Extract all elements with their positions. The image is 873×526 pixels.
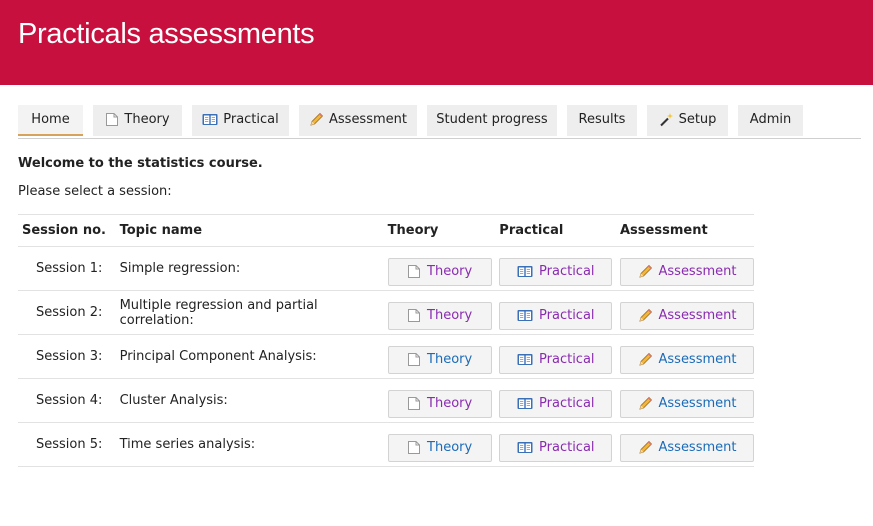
column-header: Topic name (119, 214, 388, 247)
pencil-icon (638, 308, 653, 323)
wand-icon (659, 112, 674, 127)
topic-name: Simple regression: (119, 246, 388, 291)
table-row: Session 4: Cluster Analysis: Theory Prac… (18, 378, 754, 423)
assessment-link[interactable]: Assessment (659, 308, 737, 323)
page-icon (407, 440, 421, 455)
tab-home[interactable]: Home (18, 105, 83, 136)
session-number: Session 1: (18, 246, 120, 291)
tab-label: Assessment (329, 112, 407, 127)
assessment-button[interactable]: Assessment (620, 345, 754, 374)
tab-results[interactable]: Results (567, 105, 637, 136)
app-header: Practicals assessments (0, 0, 873, 85)
tab-theory[interactable]: Theory (93, 105, 182, 136)
page-title: Practicals assessments (18, 18, 315, 50)
page-icon (407, 352, 421, 367)
page-icon (105, 112, 119, 127)
session-prompt: Please select a session: (18, 184, 172, 199)
theory-button[interactable]: Theory (387, 257, 492, 286)
theory-button[interactable]: Theory (387, 433, 492, 462)
pencil-icon (309, 112, 324, 127)
book-icon (517, 309, 533, 322)
tab-label: Admin (749, 112, 792, 127)
practical-button[interactable]: Practical (499, 389, 613, 418)
practical-button[interactable]: Practical (499, 433, 613, 462)
book-icon (517, 397, 533, 410)
tab-label: Results (578, 112, 626, 127)
practical-button[interactable]: Practical (499, 257, 613, 286)
session-number: Session 4: (18, 378, 120, 423)
pencil-icon (638, 264, 653, 279)
assessment-link[interactable]: Assessment (659, 396, 737, 411)
practical-link[interactable]: Practical (539, 308, 595, 323)
assessment-button[interactable]: Assessment (620, 257, 754, 286)
tab-label: Home (31, 112, 70, 127)
theory-link[interactable]: Theory (427, 396, 472, 411)
table-row: Session 1: Simple regression: Theory Pra… (18, 246, 754, 291)
theory-button[interactable]: Theory (387, 301, 492, 330)
pencil-icon (638, 396, 653, 411)
book-icon (517, 353, 533, 366)
session-number: Session 3: (18, 334, 120, 379)
sessions-table: Session no. Topic name Theory Practical … (18, 214, 754, 467)
theory-link[interactable]: Theory (427, 440, 472, 455)
tab-label: Setup (678, 112, 717, 127)
nav-tabs: Home Theory Practical Assessment Student… (18, 105, 861, 139)
table-header-row: Session no. Topic name Theory Practical … (18, 214, 754, 247)
page-icon (407, 264, 421, 279)
practical-button[interactable]: Practical (499, 301, 613, 330)
pencil-icon (638, 352, 653, 367)
tab-label: Practical (223, 112, 279, 127)
tab-label: Theory (124, 112, 170, 127)
theory-link[interactable]: Theory (427, 308, 472, 323)
tab-practical[interactable]: Practical (192, 105, 289, 136)
theory-button[interactable]: Theory (387, 345, 492, 374)
column-header: Practical (499, 214, 620, 247)
tab-assessment[interactable]: Assessment (299, 105, 417, 136)
practical-button[interactable]: Practical (499, 345, 613, 374)
assessment-button[interactable]: Assessment (620, 301, 754, 330)
assessment-button[interactable]: Assessment (620, 433, 754, 462)
practical-link[interactable]: Practical (539, 352, 595, 367)
column-header: Assessment (620, 214, 754, 247)
tab-admin[interactable]: Admin (738, 105, 803, 136)
practical-link[interactable]: Practical (539, 264, 595, 279)
table-row: Session 2: Multiple regression and parti… (18, 290, 754, 335)
table-row: Session 3: Principal Component Analysis:… (18, 334, 754, 379)
column-header: Theory (387, 214, 500, 247)
welcome-heading: Welcome to the statistics course. (18, 156, 263, 171)
page-icon (407, 396, 421, 411)
tab-label: Student progress (436, 112, 548, 127)
page-icon (407, 308, 421, 323)
tab-student-progress[interactable]: Student progress (427, 105, 557, 136)
table-row: Session 5: Time series analysis: Theory … (18, 422, 754, 467)
topic-name: Multiple regression and partial correlat… (119, 290, 388, 335)
assessment-link[interactable]: Assessment (659, 264, 737, 279)
assessment-button[interactable]: Assessment (620, 389, 754, 418)
tab-setup[interactable]: Setup (647, 105, 728, 136)
theory-link[interactable]: Theory (427, 264, 472, 279)
theory-link[interactable]: Theory (427, 352, 472, 367)
book-icon (517, 265, 533, 278)
topic-name: Cluster Analysis: (119, 378, 388, 423)
session-number: Session 5: (18, 422, 120, 467)
book-icon (202, 113, 218, 126)
pencil-icon (638, 440, 653, 455)
practical-link[interactable]: Practical (539, 440, 595, 455)
practical-link[interactable]: Practical (539, 396, 595, 411)
assessment-link[interactable]: Assessment (659, 352, 737, 367)
book-icon (517, 441, 533, 454)
assessment-link[interactable]: Assessment (659, 440, 737, 455)
session-number: Session 2: (18, 290, 120, 335)
column-header: Session no. (18, 214, 120, 247)
topic-name: Principal Component Analysis: (119, 334, 388, 379)
topic-name: Time series analysis: (119, 422, 388, 467)
theory-button[interactable]: Theory (387, 389, 492, 418)
